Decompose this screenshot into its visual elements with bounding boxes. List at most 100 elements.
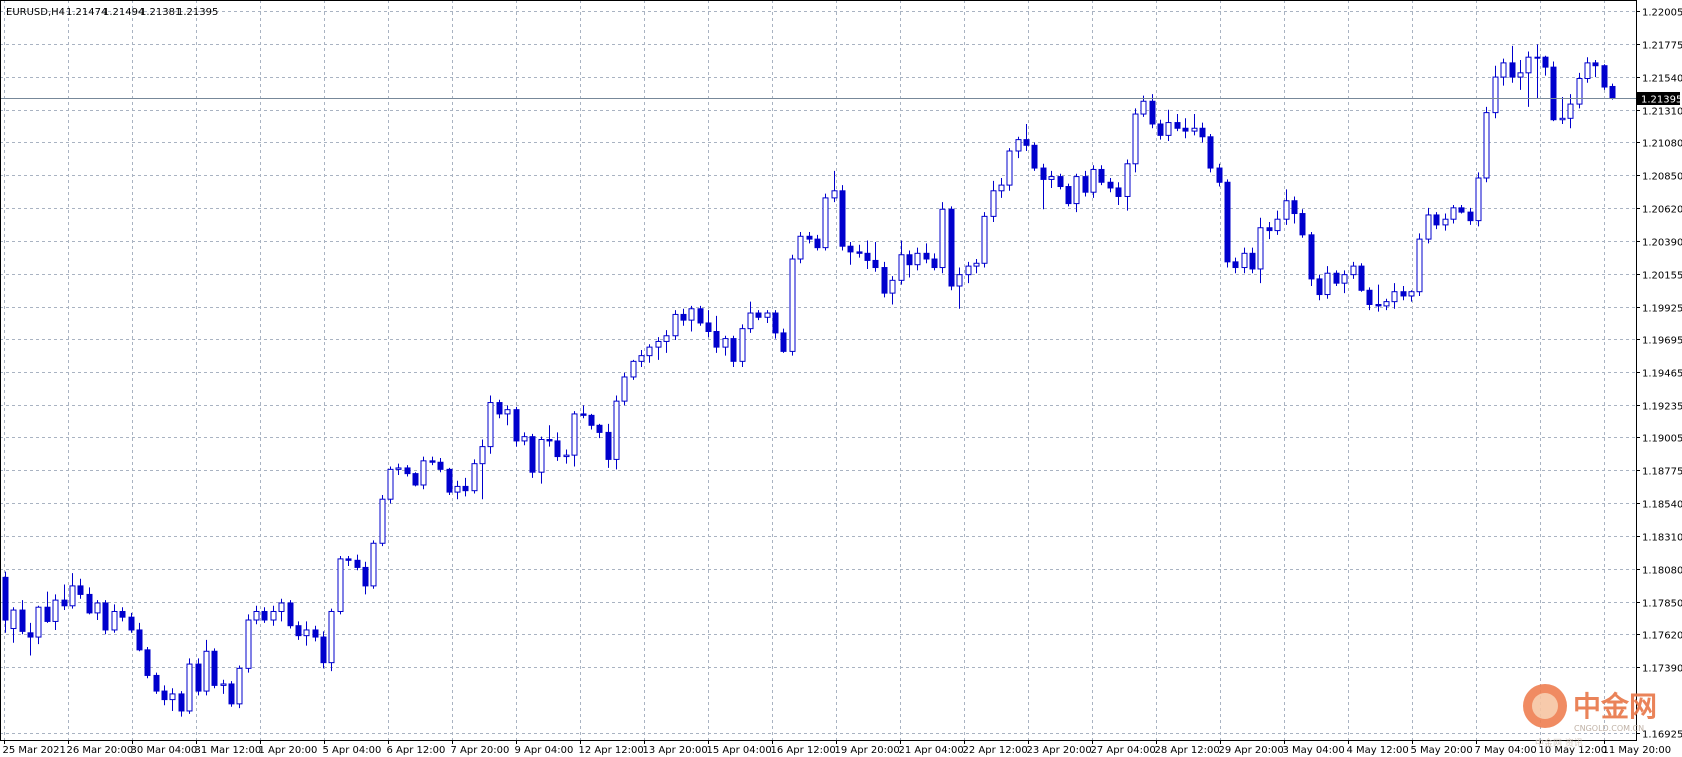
candle bbox=[320, 631, 327, 669]
candle-body-bull bbox=[789, 258, 796, 352]
y-tick-label: 1.19005 bbox=[1642, 434, 1682, 445]
y-tick-label: 1.19235 bbox=[1642, 402, 1682, 413]
candle-body-bull bbox=[1391, 291, 1398, 303]
candle-body-bull bbox=[245, 619, 252, 669]
candle-body-bull bbox=[1241, 252, 1248, 269]
candle-body-bear bbox=[1400, 291, 1407, 297]
y-tick-label: 1.16925 bbox=[1642, 730, 1682, 741]
candle-body-bear bbox=[1333, 272, 1340, 284]
candle-body-bear bbox=[44, 606, 51, 622]
candle bbox=[379, 494, 386, 547]
candle-body-bear bbox=[1174, 122, 1181, 129]
candle-body-bull bbox=[1425, 214, 1432, 240]
candle-body-bull bbox=[764, 312, 771, 318]
candle-body-bull bbox=[1341, 274, 1348, 284]
candle-body-bull bbox=[1576, 78, 1583, 105]
candle-body-bear bbox=[1023, 139, 1030, 146]
candle-body-bull bbox=[94, 602, 101, 614]
candle bbox=[797, 232, 804, 264]
candle-body-bear bbox=[1216, 167, 1223, 183]
candle-body-bull bbox=[956, 274, 963, 287]
candle-body-bear bbox=[948, 208, 955, 287]
x-tick-label: 4 May 12:00 bbox=[1347, 745, 1409, 756]
candle bbox=[1308, 232, 1315, 287]
candle-body-bull bbox=[965, 265, 972, 276]
candle-body-bear bbox=[312, 629, 319, 638]
chart-background bbox=[0, 0, 1682, 757]
candle-body-bear bbox=[153, 674, 160, 692]
candle-body-bear bbox=[580, 413, 587, 416]
candle-body-bear bbox=[780, 332, 787, 352]
candle-body-bear bbox=[345, 558, 352, 561]
candle bbox=[1299, 209, 1306, 238]
candle-body-bull bbox=[1383, 301, 1390, 307]
candle-body-bear bbox=[261, 610, 268, 621]
candle bbox=[245, 614, 252, 673]
candle-body-bull bbox=[303, 629, 310, 637]
candle-body-bull bbox=[1584, 62, 1591, 80]
candle-body-bear bbox=[2, 576, 9, 621]
candle bbox=[1483, 106, 1490, 183]
candle-body-bull bbox=[1274, 218, 1281, 232]
x-tick-label: 1 Apr 20:00 bbox=[259, 745, 318, 756]
price-chart[interactable]: 1.22005 1.21775 1.21540 1.21310 1.21080 1.208… bbox=[0, 0, 1682, 757]
candle-body-bull bbox=[1408, 291, 1415, 297]
candle-body-bear bbox=[1609, 85, 1616, 99]
candle-body-bear bbox=[1115, 187, 1122, 197]
candle-body-bull bbox=[1475, 177, 1482, 222]
candle-body-bear bbox=[596, 424, 603, 433]
candle-body-bull bbox=[10, 609, 17, 630]
y-tick-label: 1.17850 bbox=[1642, 599, 1682, 610]
x-tick-label: 13 Apr 20:00 bbox=[643, 745, 708, 756]
watermark-name: 中金网 bbox=[1573, 690, 1657, 723]
candle-body-bull bbox=[1559, 117, 1566, 121]
header-high: 1.21494 bbox=[103, 7, 144, 18]
candle-body-bear bbox=[1550, 66, 1557, 121]
candle bbox=[1333, 270, 1340, 287]
candle-body-bull bbox=[220, 683, 227, 686]
watermark-tagline: 中金网 资讯 bbox=[1535, 737, 1583, 749]
candle-body-bull bbox=[1483, 112, 1490, 179]
candle-body-bear bbox=[931, 258, 938, 269]
x-tick-label: 15 Apr 04:00 bbox=[707, 745, 772, 756]
x-tick-label: 16 Apr 12:00 bbox=[771, 745, 836, 756]
candle-body-bear bbox=[872, 259, 879, 269]
candle bbox=[287, 600, 294, 629]
candle bbox=[1057, 173, 1064, 190]
y-tick-label: 1.17620 bbox=[1642, 631, 1682, 642]
candle-body-bear bbox=[102, 602, 109, 631]
candle-body-bull bbox=[1132, 113, 1139, 165]
candle-body-bull bbox=[630, 360, 637, 378]
candle bbox=[630, 359, 637, 380]
candle-body-bull bbox=[663, 335, 670, 342]
candle-body-bull bbox=[747, 312, 754, 330]
candle-body-bear bbox=[320, 636, 327, 664]
candle-body-bear bbox=[806, 235, 813, 240]
candle-body-bear bbox=[1358, 265, 1365, 291]
candle-body-bear bbox=[1082, 176, 1089, 193]
candle-body-bear bbox=[128, 616, 135, 631]
candle-body-bull bbox=[1450, 207, 1457, 220]
candle-body-bull bbox=[1442, 218, 1449, 226]
watermark-logo-inner bbox=[1532, 693, 1558, 719]
candle-body-bull bbox=[521, 436, 528, 442]
y-tick-label: 1.19465 bbox=[1642, 369, 1682, 380]
candle-body-bear bbox=[705, 322, 712, 332]
candle-body-bull bbox=[487, 402, 494, 448]
candle-body-bear bbox=[513, 409, 520, 442]
candle-body-bear bbox=[161, 690, 168, 701]
candle-body-bull bbox=[655, 340, 662, 348]
candle-body-bear bbox=[1266, 227, 1273, 232]
x-tick-label: 11 May 20:00 bbox=[1603, 745, 1672, 756]
candle bbox=[1224, 179, 1231, 268]
candle bbox=[621, 372, 628, 406]
candle-body-bull bbox=[111, 610, 118, 631]
candle-body-bear bbox=[839, 190, 846, 247]
candle-body-bull bbox=[990, 190, 997, 217]
x-tick-label: 31 Mar 12:00 bbox=[195, 745, 262, 756]
candle-body-bear bbox=[546, 439, 553, 442]
x-tick-label: 5 May 20:00 bbox=[1411, 745, 1473, 756]
candle bbox=[529, 433, 536, 478]
candle-body-bull bbox=[1525, 56, 1532, 74]
y-tick-label: 1.17390 bbox=[1642, 664, 1682, 675]
